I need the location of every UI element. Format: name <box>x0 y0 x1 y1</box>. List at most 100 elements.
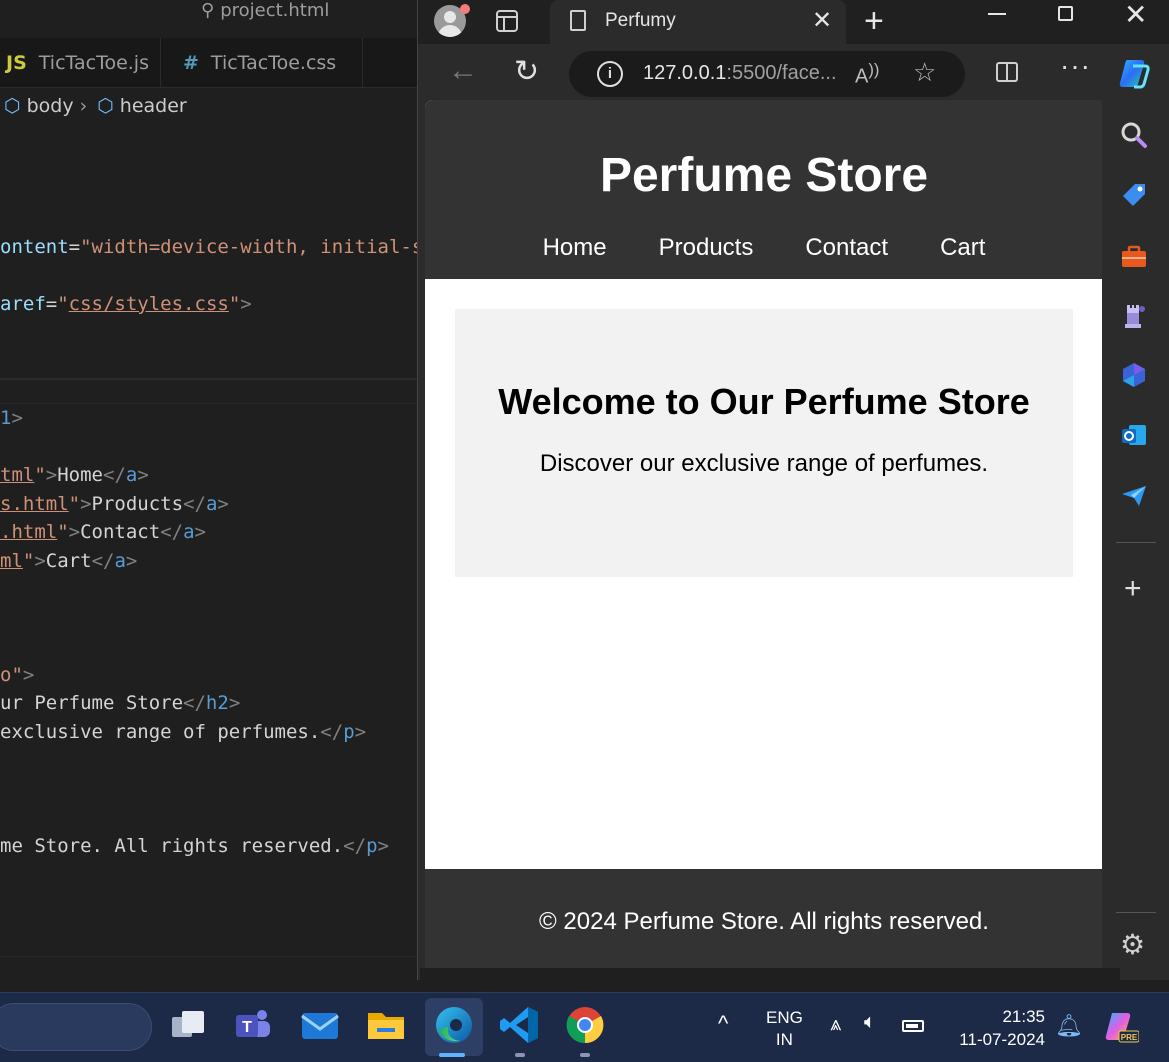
more-options-icon[interactable]: ··· <box>1060 50 1091 82</box>
copilot-icon[interactable] <box>1119 360 1149 390</box>
running-indicator <box>580 1053 590 1057</box>
divider <box>0 403 420 404</box>
code-line[interactable]: ml">Cart</a> <box>0 550 137 572</box>
taskbar-search[interactable] <box>0 1003 152 1051</box>
breadcrumb-item-header[interactable]: header <box>120 95 187 117</box>
breadcrumb-item-body[interactable]: body <box>27 95 74 117</box>
refresh-icon[interactable]: ↻ <box>514 54 539 89</box>
vscode-status-bar <box>420 968 1120 992</box>
games-icon[interactable] <box>1119 300 1149 330</box>
breadcrumb: ⬡ body › ⬡ header <box>0 90 187 122</box>
outlook-icon[interactable] <box>1119 420 1149 450</box>
url-host: 127.0.0.1 <box>643 62 727 84</box>
page-viewport[interactable]: Perfume Store Home Products Contact Cart… <box>425 100 1103 968</box>
volume-icon[interactable]: 🔈︎ <box>864 1011 876 1034</box>
mail-icon[interactable] <box>298 1003 342 1047</box>
code-token: </ <box>160 521 184 543</box>
code-token: ontent <box>0 236 69 258</box>
edge-icon[interactable] <box>432 1003 476 1047</box>
code-token: me Store. All rights reserved. <box>0 835 344 857</box>
code-line[interactable]: s.html">Products</a> <box>0 493 229 515</box>
favorite-star-icon[interactable]: ☆ <box>913 57 936 88</box>
send-icon[interactable] <box>1119 480 1149 510</box>
running-indicator <box>515 1053 525 1057</box>
css-file-icon: # <box>183 52 199 74</box>
tab-tictactoe-css[interactable]: # TicTacToe.css <box>161 38 363 88</box>
code-line[interactable]: ur Perfume Store</h2> <box>0 692 240 714</box>
code-token: Home <box>57 464 103 486</box>
code-line[interactable]: 1> <box>0 407 23 429</box>
code-token: </ <box>183 493 206 515</box>
nav-link-cart[interactable]: Cart <box>940 234 985 262</box>
code-line[interactable]: me Store. All rights reserved.</p> <box>0 835 389 857</box>
code-line[interactable]: exclusive range of perfumes.</p> <box>0 721 366 743</box>
code-token: > <box>240 293 252 315</box>
site-info-icon[interactable]: i <box>597 61 623 87</box>
clock[interactable]: 21:35 11-07-2024 <box>948 1005 1045 1051</box>
battery-icon[interactable] <box>902 1020 924 1032</box>
settings-icon[interactable]: ⚙ <box>1120 928 1145 961</box>
code-token: a <box>205 493 218 515</box>
address-bar[interactable]: i 127.0.0.1:5500/face... A)) ☆ <box>569 51 965 97</box>
region-code: IN <box>775 1030 793 1049</box>
code-token: Products <box>91 493 184 515</box>
tab-perfumy[interactable]: Perfumy ✕ <box>550 0 846 44</box>
code-token: a <box>183 521 195 543</box>
code-line[interactable]: tml">Home</a> <box>0 464 149 486</box>
tab-strip: Perfumy ✕ + ✕ <box>418 0 1169 44</box>
tools-icon[interactable] <box>1119 242 1149 272</box>
code-token: > <box>377 835 389 857</box>
code-token: > <box>125 550 138 572</box>
code-token: " <box>57 521 69 543</box>
chevron-up-icon[interactable]: ^ <box>718 1011 728 1037</box>
command-center[interactable]: ⚲ project.html <box>195 0 329 21</box>
copilot-taskbar-icon[interactable]: PRE <box>1103 1009 1139 1045</box>
site-header: Perfume Store Home Products Contact Cart <box>425 100 1103 279</box>
vscode-icon[interactable] <box>498 1003 542 1047</box>
code-token: </ <box>320 721 344 743</box>
copilot-badge: PRE <box>1121 1033 1138 1042</box>
close-icon[interactable]: ✕ <box>812 6 832 35</box>
url-text[interactable]: 127.0.0.1:5500/face... <box>643 62 837 85</box>
tab-title: Perfumy <box>605 10 676 31</box>
code-line[interactable]: o"> <box>0 664 34 686</box>
code-line[interactable]: .html">Contact</a> <box>0 521 206 543</box>
code-token: > <box>137 464 149 486</box>
language-indicator[interactable]: ENG IN <box>766 1007 803 1051</box>
code-token: </ <box>91 550 115 572</box>
code-token: = <box>45 293 58 315</box>
minimize-icon[interactable] <box>988 0 1008 30</box>
search-icon: ⚲ <box>201 0 215 21</box>
file-explorer-icon[interactable] <box>364 1003 408 1047</box>
back-icon[interactable]: ← <box>448 54 478 88</box>
maximize-icon[interactable] <box>1058 6 1073 21</box>
read-aloud-icon[interactable]: A)) <box>855 60 879 89</box>
site-nav: Home Products Contact Cart <box>425 234 1103 262</box>
wifi-icon[interactable]: ⩓ <box>830 1013 841 1036</box>
task-view-icon[interactable] <box>166 1003 210 1047</box>
shopping-tag-icon[interactable] <box>1119 180 1149 210</box>
divider <box>0 956 420 957</box>
window-close-icon[interactable]: ✕ <box>1124 0 1147 31</box>
nav-link-home[interactable]: Home <box>543 234 607 262</box>
notification-bell-icon[interactable]: 🔔︎ <box>1055 1013 1083 1039</box>
page-icon <box>570 10 586 31</box>
nav-link-products[interactable]: Products <box>659 234 754 262</box>
nav-link-contact[interactable]: Contact <box>805 234 888 262</box>
search-icon[interactable] <box>1119 120 1149 150</box>
code-token: > <box>228 692 241 714</box>
code-token: exclusive range of perfumes. <box>0 721 321 743</box>
split-screen-icon[interactable] <box>996 62 1018 82</box>
js-file-icon: JS <box>6 52 27 74</box>
copilot-icon[interactable] <box>1118 56 1152 90</box>
code-line[interactable]: ontent="width=device-width, initial-s <box>0 236 420 258</box>
tab-actions-icon[interactable] <box>496 10 518 32</box>
code-line[interactable]: aref="css/styles.css"> <box>0 293 252 315</box>
command-center-label: project.html <box>220 0 330 21</box>
code-token: h2 <box>205 692 229 714</box>
new-tab-icon[interactable]: + <box>864 2 884 41</box>
teams-icon[interactable]: T <box>232 1003 276 1047</box>
chrome-icon[interactable] <box>563 1003 607 1047</box>
tab-tictactoe-js[interactable]: JS TicTacToe.js <box>0 38 161 88</box>
add-icon[interactable]: + <box>1124 572 1142 606</box>
